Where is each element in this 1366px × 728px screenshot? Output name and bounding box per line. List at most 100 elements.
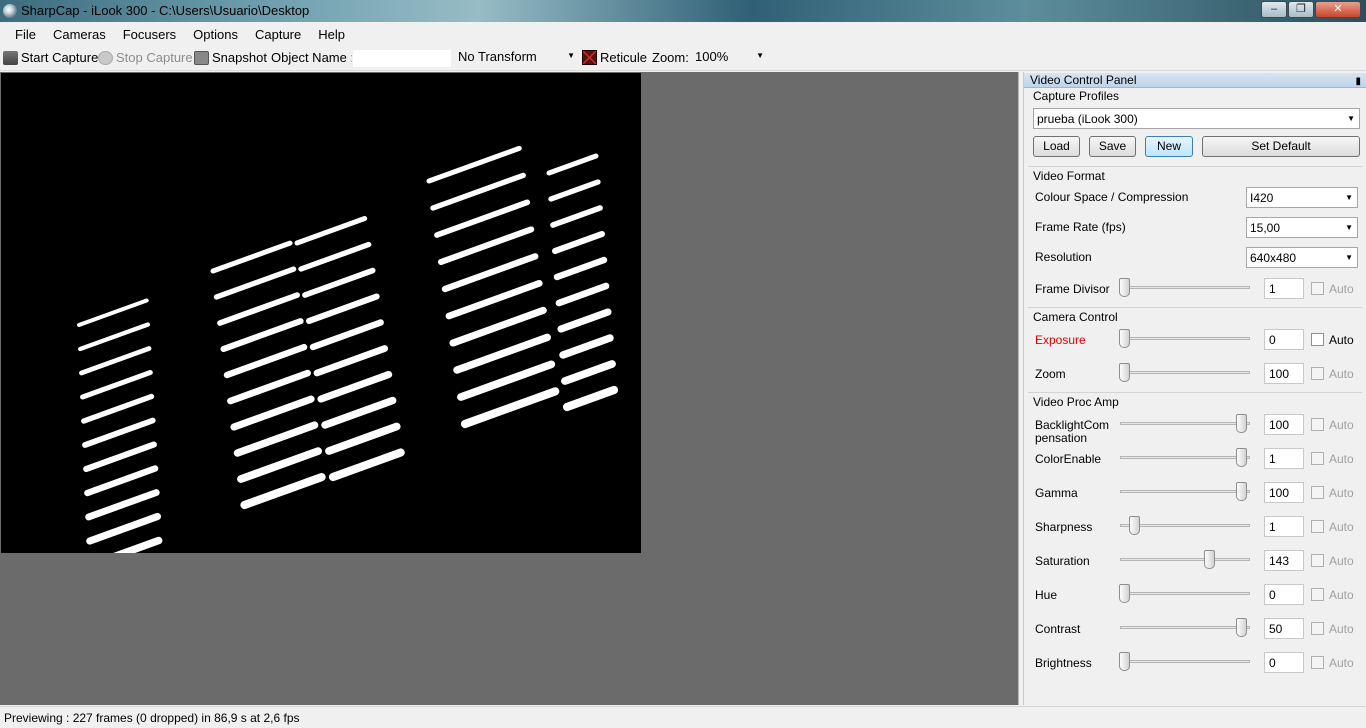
- hue-slider[interactable]: [1120, 592, 1250, 595]
- sharpness-slider-thumb[interactable]: [1128, 516, 1140, 535]
- colorenable-auto-label: Auto: [1329, 452, 1354, 466]
- start-capture-button[interactable]: Start Capture: [3, 50, 98, 65]
- load-button[interactable]: Load: [1033, 136, 1080, 157]
- contrast-slider[interactable]: [1120, 626, 1250, 629]
- exposure-slider-thumb[interactable]: [1119, 329, 1130, 348]
- colorenable-auto-checkbox[interactable]: [1311, 452, 1324, 465]
- brightness-value[interactable]: 0: [1264, 652, 1304, 673]
- frame-rate-label: Frame Rate (fps): [1035, 220, 1126, 234]
- stop-icon: [98, 50, 113, 65]
- resolution-select[interactable]: 640x480 ▼: [1246, 247, 1358, 268]
- hue-value[interactable]: 0: [1264, 584, 1304, 605]
- panel-title: Video Control Panel: [1030, 73, 1137, 87]
- saturation-slider[interactable]: [1120, 558, 1250, 561]
- contrast-value[interactable]: 50: [1264, 618, 1304, 639]
- set-default-button[interactable]: Set Default: [1202, 136, 1360, 157]
- video-proc-amp-title: Video Proc Amp: [1033, 395, 1119, 409]
- chevron-down-icon: ▼: [756, 51, 764, 60]
- zoom-label: Zoom:: [652, 50, 689, 65]
- saturation-auto-checkbox[interactable]: [1311, 554, 1324, 567]
- frame-divisor-auto-checkbox[interactable]: [1311, 282, 1324, 295]
- backlight-compensation-slider[interactable]: [1120, 422, 1250, 425]
- object-name-label: Object Name :: [271, 50, 355, 65]
- object-name-input[interactable]: [352, 49, 452, 68]
- divider: [1028, 392, 1362, 393]
- backlight-compensation-label: BacklightCom pensation: [1035, 418, 1110, 445]
- hue-auto-label: Auto: [1329, 588, 1354, 602]
- pin-icon[interactable]: ▮: [1355, 74, 1361, 89]
- zoom-auto-checkbox[interactable]: [1311, 367, 1324, 380]
- menu-bar: File Cameras Focusers Options Capture He…: [0, 22, 1366, 46]
- backlight-compensation-slider-thumb[interactable]: [1236, 414, 1248, 433]
- camera-icon: [194, 50, 209, 65]
- exposure-slider[interactable]: [1120, 337, 1250, 340]
- zoom-select[interactable]: 100% ▼: [693, 49, 767, 68]
- sharpness-auto-label: Auto: [1329, 520, 1354, 534]
- preview-frame: [1, 73, 641, 553]
- contrast-auto-label: Auto: [1329, 622, 1354, 636]
- menu-help[interactable]: Help: [310, 27, 353, 42]
- snapshot-button[interactable]: Snapshot: [194, 50, 267, 65]
- brightness-slider-thumb[interactable]: [1119, 652, 1130, 671]
- frame-divisor-value[interactable]: 1: [1264, 278, 1304, 299]
- sharpness-value[interactable]: 1: [1264, 516, 1304, 537]
- transform-select[interactable]: No Transform ▼: [456, 49, 578, 68]
- toolbar: Start Capture Stop Capture Snapshot Obje…: [0, 46, 1366, 71]
- maximize-button[interactable]: ❐: [1288, 1, 1314, 18]
- gamma-auto-checkbox[interactable]: [1311, 486, 1324, 499]
- close-button[interactable]: ✕: [1315, 1, 1361, 18]
- backlight-auto-label: Auto: [1329, 418, 1354, 432]
- brightness-slider[interactable]: [1120, 660, 1250, 663]
- gamma-value[interactable]: 100: [1264, 482, 1304, 503]
- hue-auto-checkbox[interactable]: [1311, 588, 1324, 601]
- colorenable-slider-thumb[interactable]: [1236, 448, 1248, 467]
- saturation-slider-thumb[interactable]: [1204, 550, 1216, 569]
- zoom-slider-thumb[interactable]: [1119, 363, 1130, 382]
- capture-profiles-title: Capture Profiles: [1033, 89, 1120, 103]
- gamma-slider-thumb[interactable]: [1236, 482, 1248, 501]
- menu-options[interactable]: Options: [185, 27, 246, 42]
- zoom-slider[interactable]: [1120, 371, 1250, 374]
- backlight-compensation-value[interactable]: 100: [1264, 414, 1304, 435]
- preview-area: [0, 72, 1018, 705]
- sharpness-auto-checkbox[interactable]: [1311, 520, 1324, 533]
- stop-capture-label: Stop Capture: [116, 50, 193, 65]
- colour-space-select[interactable]: I420 ▼: [1246, 187, 1358, 208]
- zoom-control-value[interactable]: 100: [1264, 363, 1304, 384]
- camera-preview-image: [1, 73, 641, 553]
- reticule-button[interactable]: Reticule: [582, 50, 647, 65]
- resolution-value: 640x480: [1250, 251, 1297, 265]
- colour-space-value: I420: [1250, 191, 1274, 205]
- title-bar: SharpCap - iLook 300 - C:\Users\Usuario\…: [0, 0, 1366, 22]
- panel-header: Video Control Panel ▮: [1024, 73, 1366, 88]
- contrast-slider-thumb[interactable]: [1236, 618, 1248, 637]
- menu-focusers[interactable]: Focusers: [115, 27, 184, 42]
- contrast-auto-checkbox[interactable]: [1311, 622, 1324, 635]
- hue-slider-thumb[interactable]: [1119, 584, 1130, 603]
- save-button[interactable]: Save: [1089, 136, 1136, 157]
- gamma-slider[interactable]: [1120, 490, 1250, 493]
- gamma-auto-label: Auto: [1329, 486, 1354, 500]
- frame-rate-select[interactable]: 15,00 ▼: [1246, 217, 1358, 238]
- menu-cameras[interactable]: Cameras: [45, 27, 114, 42]
- brightness-auto-checkbox[interactable]: [1311, 656, 1324, 669]
- colorenable-slider[interactable]: [1120, 456, 1250, 459]
- colorenable-value[interactable]: 1: [1264, 448, 1304, 469]
- menu-file[interactable]: File: [7, 27, 44, 42]
- status-bar: Previewing : 227 frames (0 dropped) in 8…: [0, 706, 1366, 728]
- new-button[interactable]: New: [1145, 136, 1193, 157]
- frame-divisor-slider[interactable]: [1120, 286, 1250, 289]
- zoom-auto-label: Auto: [1329, 367, 1354, 381]
- sharpcap-app-icon[interactable]: [3, 4, 17, 18]
- menu-capture[interactable]: Capture: [247, 27, 309, 42]
- capture-profile-select[interactable]: prueba (iLook 300) ▼: [1033, 108, 1360, 129]
- video-control-panel: Video Control Panel ▮ Capture Profiles p…: [1023, 72, 1366, 705]
- exposure-auto-checkbox[interactable]: [1311, 333, 1324, 346]
- frame-divisor-slider-thumb[interactable]: [1119, 278, 1130, 297]
- backlight-auto-checkbox[interactable]: [1311, 418, 1324, 431]
- stop-capture-button[interactable]: Stop Capture: [98, 50, 193, 65]
- exposure-value[interactable]: 0: [1264, 329, 1304, 350]
- capture-profile-value: prueba (iLook 300): [1037, 112, 1138, 126]
- minimize-button[interactable]: –: [1261, 1, 1287, 18]
- saturation-value[interactable]: 143: [1264, 550, 1304, 571]
